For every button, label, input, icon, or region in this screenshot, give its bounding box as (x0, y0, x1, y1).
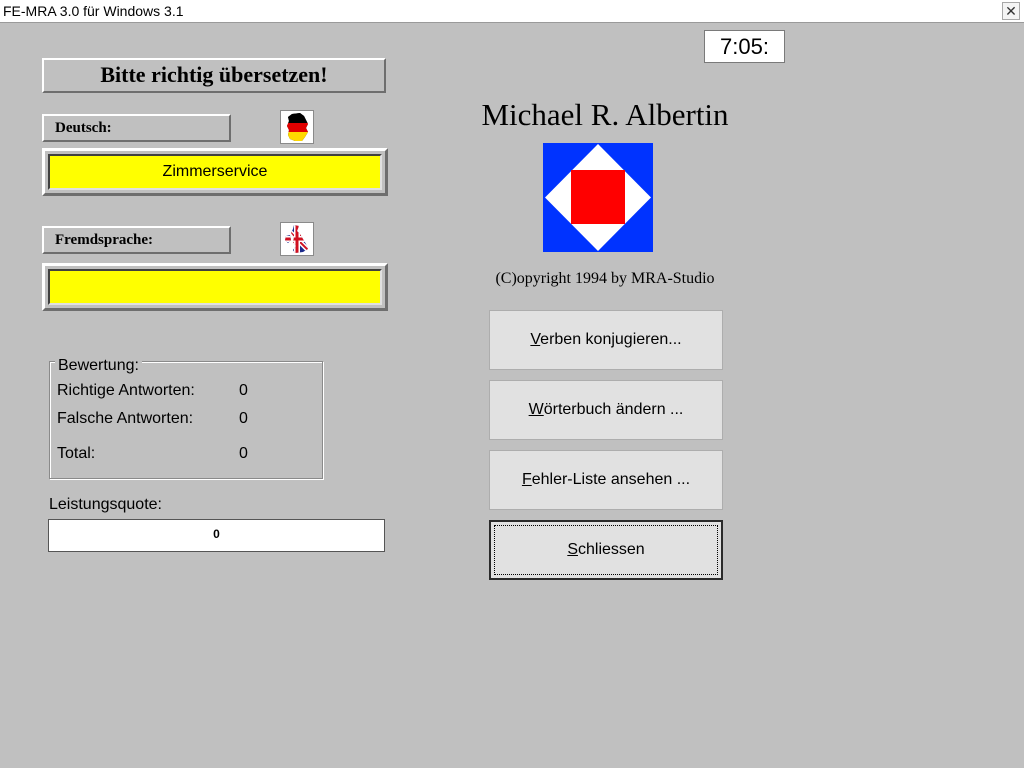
window-title: FE-MRA 3.0 für Windows 3.1 (3, 3, 184, 19)
fehler-liste-button[interactable]: Fehler-Liste ansehen ... (489, 450, 723, 510)
german-flag-map-icon[interactable] (280, 110, 314, 144)
bewertung-group: Bewertung: Richtige Antworten: 0 Falsche… (49, 357, 323, 479)
richtige-antworten-value: 0 (239, 382, 248, 399)
deutsch-word-field: Zimmerservice (48, 154, 382, 190)
schliessen-button[interactable]: Schliessen (489, 520, 723, 580)
richtige-antworten-label: Richtige Antworten: (57, 382, 195, 399)
fehler-accel: F (521, 471, 532, 488)
author-name: Michael R. Albertin (481, 97, 729, 132)
copyright-text: (C)opyright 1994 by MRA-Studio (495, 270, 715, 287)
mra-logo (543, 143, 653, 252)
instruction-heading: Bitte richtig übersetzen! (42, 58, 386, 93)
deutsch-label: Deutsch: (42, 114, 231, 142)
fremdsprache-word-frame (42, 263, 388, 311)
woerterbuch-aendern-button[interactable]: Wörterbuch ändern ... (489, 380, 723, 440)
verben-label: erben konjugieren... (540, 331, 682, 348)
verben-accel: V (530, 331, 541, 348)
total-value: 0 (239, 445, 248, 462)
schliessen-accel: S (567, 541, 578, 558)
fremdsprache-input[interactable] (48, 269, 382, 305)
clock-display: 7:05: (704, 30, 785, 63)
falsche-antworten-label: Falsche Antworten: (57, 410, 194, 427)
fremdsprache-label: Fremdsprache: (42, 226, 231, 254)
leistungsquote-bar: 0 (48, 519, 385, 552)
falsche-antworten-value: 0 (239, 410, 248, 427)
leistungsquote-label: Leistungsquote: (49, 496, 162, 513)
schliessen-label: chliessen (577, 541, 645, 558)
close-button[interactable]: ✕ (1002, 2, 1020, 20)
uk-flag-map-icon[interactable] (280, 222, 314, 256)
fehler-label: ehler-Liste ansehen ... (531, 471, 691, 488)
woerterbuch-label: örterbuch ändern ... (543, 401, 684, 418)
deutsch-word-frame: Zimmerservice (42, 148, 388, 196)
woerterbuch-accel: W (528, 401, 544, 418)
bewertung-title: Bewertung: (55, 357, 142, 375)
title-bar: FE-MRA 3.0 für Windows 3.1 ✕ (0, 0, 1024, 23)
verben-konjugieren-button[interactable]: Verben konjugieren... (489, 310, 723, 370)
total-label: Total: (57, 445, 96, 462)
